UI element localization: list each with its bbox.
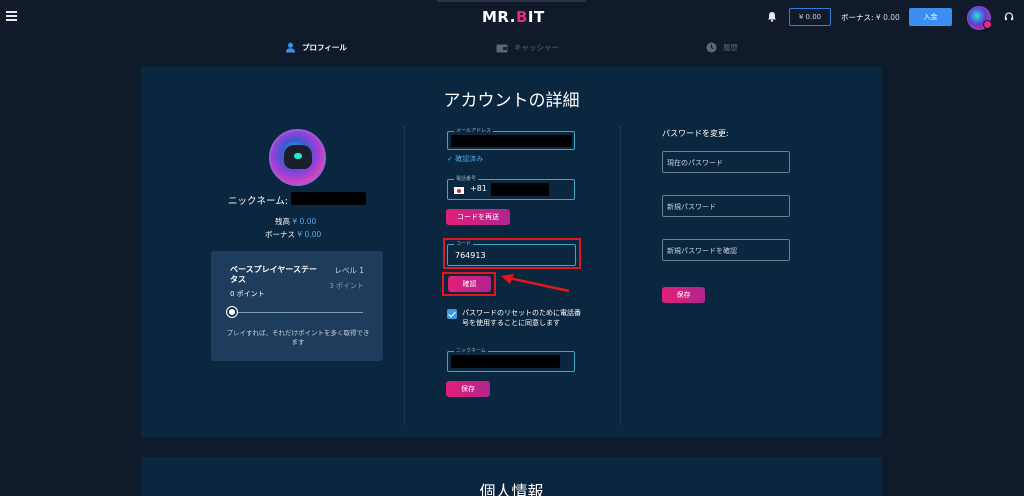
status-points: 0 ポイント: [230, 290, 265, 298]
progress-knob: [227, 307, 237, 317]
save-password-button[interactable]: 保存: [662, 287, 705, 303]
column-divider-right: [620, 126, 621, 426]
new-password-input[interactable]: 新規パスワード: [662, 195, 790, 217]
profile-avatar: [269, 129, 326, 186]
arrow-annotation-icon: [501, 274, 570, 293]
tab-history[interactable]: 履歴: [706, 42, 738, 53]
logo-text-right: IT: [527, 8, 545, 26]
confirm-password-input[interactable]: 新規パスワードを確認: [662, 239, 790, 261]
tab-profile[interactable]: プロフィール: [285, 42, 347, 53]
email-field-label: メールアドレス: [454, 128, 494, 134]
status-hint: プレイすれば、それだけポイントを多く取得できます: [226, 329, 370, 346]
highlight-box-confirm: [442, 272, 496, 296]
bonus-value-account: ¥ 0.00: [297, 230, 322, 239]
bonus-label: ボーナス:: [841, 13, 874, 22]
player-status-card: ベースプレイヤーステータス レベル 1 3 ポイント 0 ポイント プレイすれば…: [211, 251, 383, 361]
balance-display[interactable]: ¥ 0.00: [789, 8, 831, 26]
bell-icon[interactable]: [767, 11, 777, 22]
robot-avatar-image: [284, 145, 312, 169]
verified-label: 確認済み: [455, 155, 484, 163]
page-title: アカウントの詳細: [443, 91, 580, 111]
status-level: レベル 1: [334, 266, 364, 275]
personal-info-panel: 個人情報: [141, 457, 882, 496]
logo-text-b: B: [515, 8, 528, 26]
redacted-nickname: [291, 192, 366, 205]
bonus-line: ボーナス ¥ 0.00: [265, 229, 321, 240]
nickname-field[interactable]: ニックネーム: [447, 348, 575, 372]
tab-history-label: 履歴: [723, 43, 738, 52]
top-divider: [437, 0, 586, 2]
highlight-box-code: [443, 238, 581, 269]
phone-country-code: +81: [470, 184, 487, 193]
resend-code-button[interactable]: コードを再送: [446, 209, 510, 225]
top-bar: MR.BIT ¥ 0.00 ボーナス: ¥ 0.00 入金: [0, 0, 1024, 34]
deposit-button[interactable]: 入金: [909, 8, 952, 26]
email-field[interactable]: メールアドレス: [447, 128, 575, 150]
phone-field-label: 電話番号: [454, 176, 479, 182]
nickname-label: ニックネーム:: [228, 196, 288, 207]
tab-cashier-label: キャッシャー: [514, 43, 559, 52]
logo-text-left: MR.: [482, 8, 516, 26]
avatar-badge: [983, 20, 992, 29]
agree-checkbox[interactable]: [447, 309, 457, 319]
bonus-label-account: ボーナス: [265, 230, 295, 239]
profile-tabs: プロフィール キャッシャー 履歴: [0, 38, 1024, 60]
tab-profile-label: プロフィール: [302, 43, 347, 52]
nickname-field-label: ニックネーム: [454, 348, 488, 354]
progress-track: [233, 312, 363, 313]
wallet-icon: [496, 44, 508, 52]
save-nickname-button[interactable]: 保存: [446, 381, 490, 397]
redacted-nickname-field: [451, 355, 560, 368]
japan-flag-icon[interactable]: [454, 187, 464, 194]
logo[interactable]: MR.BIT: [482, 8, 545, 26]
phone-field[interactable]: 電話番号 +81: [447, 176, 575, 200]
status-next-points: 3 ポイント: [329, 282, 364, 290]
personal-info-title: 個人情報: [479, 482, 544, 496]
current-password-input[interactable]: 現在のパスワード: [662, 151, 790, 173]
user-icon: [286, 42, 295, 53]
headset-icon[interactable]: [1004, 12, 1014, 22]
verified-status: ✓ 確認済み: [447, 155, 484, 163]
menu-icon[interactable]: [6, 11, 17, 21]
bonus-value: ¥ 0.00: [875, 13, 900, 22]
status-title: ベースプレイヤーステータス: [230, 265, 317, 284]
clock-icon: [706, 42, 717, 53]
balance-label: 残高: [275, 217, 290, 226]
balance-line: 残高 ¥ 0.00: [275, 216, 316, 227]
redacted-phone: [491, 183, 549, 196]
column-divider-left: [404, 126, 405, 426]
balance-value: ¥ 0.00: [292, 217, 317, 226]
agree-checkbox-label: パスワードのリセットのために電話番号を使用することに同意します: [462, 309, 581, 327]
redacted-email: [451, 135, 572, 147]
account-details-panel: アカウントの詳細 ニックネーム: 残高 ¥ 0.00 ボーナス ¥ 0.00 ベ…: [141, 66, 882, 438]
tab-cashier[interactable]: キャッシャー: [496, 42, 559, 53]
bonus-display: ボーナス: ¥ 0.00: [841, 12, 900, 23]
password-section-title: パスワードを変更:: [662, 129, 729, 138]
